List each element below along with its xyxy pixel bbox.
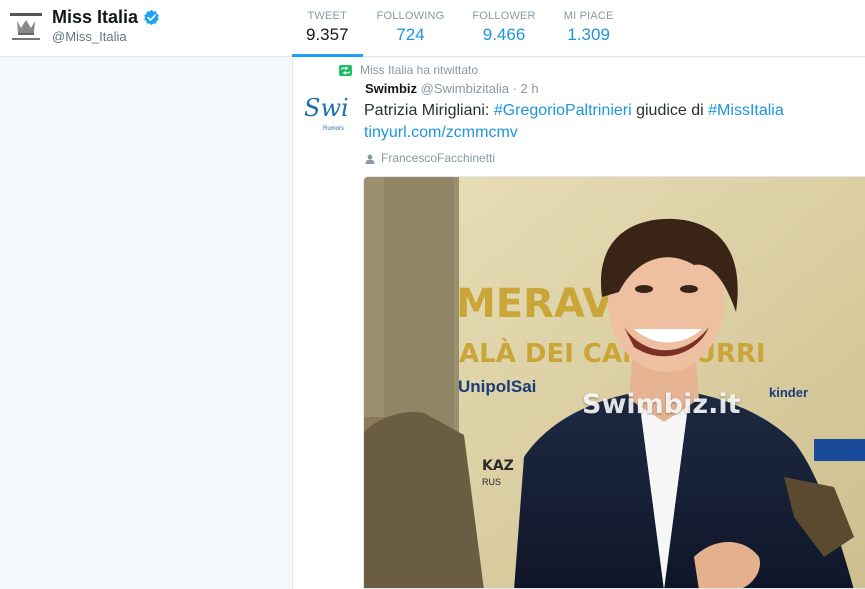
sponsor-4: RUS [482, 477, 501, 487]
profile-handle[interactable]: @Miss_Italia [52, 29, 127, 44]
tweet-text: Patrizia Mirigliani: #GregorioPaltrinier… [364, 100, 854, 144]
person-icon [365, 153, 375, 164]
backdrop-text-2: ALÀ DEI CAM ZZURRI [459, 337, 766, 369]
stat-value: 724 [396, 25, 425, 44]
stat-tweets[interactable]: TWEET 9.357 [292, 0, 363, 57]
stat-value: 9.357 [306, 25, 349, 44]
retweet-context-text[interactable]: Miss Italia ha ritwittato [360, 63, 478, 77]
tweet-header: Swimbiz @Swimbizitalia · 2 h [365, 81, 539, 96]
stat-value: 1.309 [567, 25, 610, 44]
stat-followers[interactable]: FOLLOWER 9.466 [458, 0, 549, 57]
stat-label: FOLLOWER [472, 10, 536, 22]
profile-name[interactable]: Miss Italia [52, 7, 160, 28]
tweet-author-handle[interactable]: @Swimbizitalia [421, 81, 509, 96]
profile-header: Miss Italia @Miss_Italia TWEET 9.357 FOL… [0, 0, 865, 57]
tagged-user-name[interactable]: FrancescoFacchinetti [381, 151, 495, 165]
hashtag-link[interactable]: #MissItalia [708, 102, 784, 119]
tweet-photo[interactable]: MERAV SSI ALÀ DEI CAM ZZURRI UnipolSai k… [363, 176, 865, 589]
tagged-user[interactable]: FrancescoFacchinetti [365, 151, 495, 165]
profile-name-text[interactable]: Miss Italia [52, 7, 138, 28]
tweet-timestamp[interactable]: 2 h [521, 81, 539, 96]
tweet-text-middle: giudice di [631, 102, 709, 119]
timeline: Miss Italia ha ritwittato Swi Rumors Swi… [292, 58, 865, 589]
sponsor-2: kinder [769, 385, 808, 400]
left-sidebar [0, 58, 292, 589]
retweet-icon [339, 64, 352, 76]
stat-value: 9.466 [482, 25, 526, 44]
stat-likes[interactable]: MI PIACE 1.309 [550, 0, 628, 57]
photo-watermark: Swimbiz.it [582, 389, 741, 420]
sponsor-1: UnipolSai [458, 377, 536, 396]
sponsor-3: KAZ [482, 458, 514, 474]
tweet-meta-separator: · [508, 81, 521, 96]
stat-label: MI PIACE [563, 10, 614, 22]
tweet-author-avatar[interactable]: Swi Rumors [303, 90, 355, 136]
stat-label: FOLLOWING [376, 10, 445, 22]
tweet-author-name[interactable]: Swimbiz [365, 81, 417, 96]
profile-avatar[interactable] [8, 8, 44, 44]
url-link[interactable]: tinyurl.com/zcmmcmv [364, 124, 518, 141]
stat-following[interactable]: FOLLOWING 724 [363, 0, 459, 57]
svg-text:Swi: Swi [304, 94, 349, 122]
tweet-text-prefix: Patrizia Mirigliani: [364, 102, 494, 119]
retweet-context[interactable]: Miss Italia ha ritwittato [339, 63, 478, 77]
svg-text:Rumors: Rumors [323, 126, 344, 132]
hashtag-link[interactable]: #GregorioPaltrinieri [494, 102, 632, 119]
profile-stats: TWEET 9.357 FOLLOWING 724 FOLLOWER 9.466… [292, 0, 628, 57]
stat-label: TWEET [307, 10, 348, 22]
verified-badge-icon [143, 9, 160, 26]
